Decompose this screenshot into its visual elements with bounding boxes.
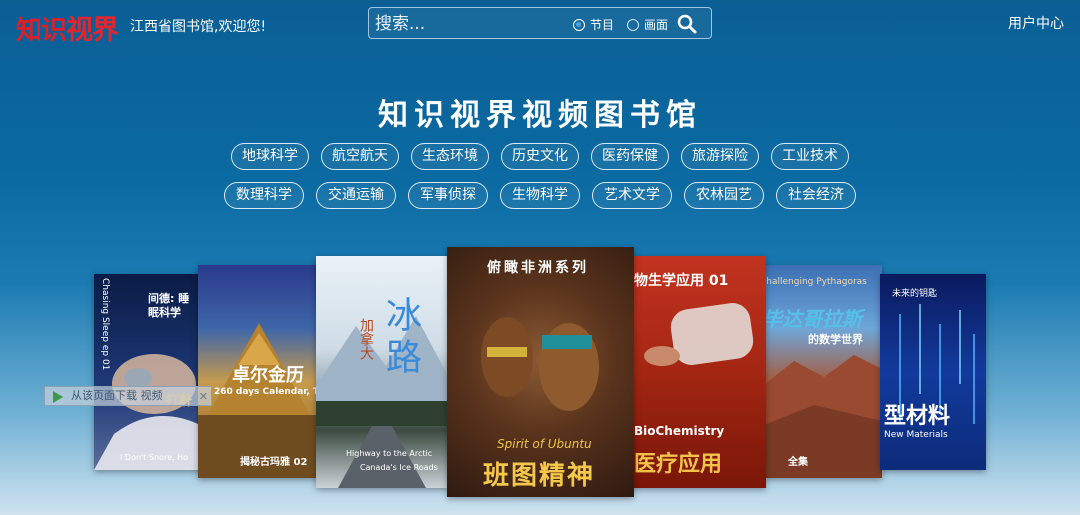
- poster-subtitle: Spirit of Ubuntu: [497, 437, 592, 451]
- poster-subtitle: 260 days Calendar, T: [214, 387, 320, 397]
- radio-program[interactable]: 节目: [573, 16, 614, 33]
- welcome-message: 江西省图书馆,欢迎您!: [130, 19, 267, 35]
- video-poster-pythagoras[interactable]: Challenging Pythagoras 毕达哥拉斯 的数学世界 全集: [764, 265, 882, 478]
- radio-program-label: 节目: [590, 18, 615, 32]
- category-industry[interactable]: 工业技术: [771, 143, 849, 170]
- category-travel[interactable]: 旅游探险: [681, 143, 759, 170]
- category-row-2: 数理科学 交通运输 军事侦探 生物科学 艺术文学 农林园艺 社会经济: [0, 182, 1080, 209]
- overlay-text: 从该页面下载 视频: [71, 389, 163, 402]
- radio-screen[interactable]: 画面: [627, 16, 668, 33]
- video-poster-ubuntu[interactable]: 俯瞰非洲系列 Spirit of Ubuntu 班图精神: [447, 247, 634, 497]
- circuit-image: [899, 304, 975, 424]
- poster-footer-2: Canada's Ice Roads: [360, 463, 438, 472]
- poster-subtitle: New Materials: [884, 430, 948, 440]
- logo-text-1: 知识: [16, 16, 67, 46]
- video-poster-sleep[interactable]: 间德: 睡眠科学 Chasing Sleep ep 01 I Don't Sno…: [94, 274, 204, 470]
- search-icon[interactable]: [677, 14, 697, 34]
- video-poster-ice-road[interactable]: 冰路 加拿大 Highway to the Arctic Canada's Ic…: [316, 256, 448, 488]
- poster-footer: 揭秘古玛雅 02: [240, 457, 308, 468]
- category-ecology[interactable]: 生态环境: [411, 143, 489, 170]
- category-arts[interactable]: 艺术文学: [592, 182, 672, 209]
- page-title: 知识视界视频图书馆: [378, 98, 702, 133]
- poster-title: 班图精神: [483, 461, 596, 491]
- sleeping-person-image: [94, 354, 198, 470]
- search-input[interactable]: [375, 12, 565, 36]
- user-center-link[interactable]: 用户中心: [1008, 13, 1064, 33]
- category-society[interactable]: 社会经济: [776, 182, 856, 209]
- video-poster-biochemistry[interactable]: 物生学应用 01 BioChemistry 医疗应用: [632, 256, 766, 488]
- category-aerospace[interactable]: 航空航天: [321, 143, 399, 170]
- category-biology[interactable]: 生物科学: [500, 182, 580, 209]
- play-icon: [53, 391, 63, 403]
- radio-selected-icon: [573, 18, 585, 31]
- poster-footer: I Don't Snore, Ho: [120, 453, 188, 462]
- logo-text-2: 视界: [66, 15, 119, 46]
- category-row-1: 地球科学 航空航天 生态环境 历史文化 医药保健 旅游探险 工业技术: [0, 143, 1080, 170]
- category-agriculture[interactable]: 农林园艺: [684, 182, 764, 209]
- video-poster-maya[interactable]: 卓尔金历 260 days Calendar, T 揭秘古玛雅 02: [198, 265, 320, 478]
- category-math-physics[interactable]: 数理科学: [224, 182, 304, 209]
- category-earth-science[interactable]: 地球科学: [231, 143, 309, 170]
- category-medicine[interactable]: 医药保健: [591, 143, 669, 170]
- search-bar: 节目 画面: [368, 7, 712, 39]
- poster-title: 型材料: [884, 404, 951, 429]
- category-military[interactable]: 军事侦探: [408, 182, 488, 209]
- category-history[interactable]: 历史文化: [501, 143, 579, 170]
- download-overlay[interactable]: 从该页面下载 视频 ✕: [44, 386, 212, 406]
- close-icon[interactable]: ✕: [199, 388, 208, 406]
- poster-title: 毕达哥拉斯: [764, 307, 862, 331]
- poster-title: 冰路: [380, 296, 421, 380]
- poster-footer: 全集: [788, 457, 808, 468]
- poster-side-text: 加拿大: [358, 318, 374, 360]
- poster-subtitle: BioChemistry: [634, 424, 725, 438]
- video-poster-new-materials[interactable]: 未来的钥匙 型材料 New Materials: [880, 274, 986, 470]
- radio-screen-label: 画面: [644, 18, 669, 32]
- canyon-image: [764, 355, 882, 478]
- category-transport[interactable]: 交通运输: [316, 182, 396, 209]
- site-logo[interactable]: 知识视界: [16, 8, 119, 47]
- radio-unselected-icon: [627, 18, 639, 31]
- poster-title: 医疗应用: [634, 452, 723, 477]
- poster-footer-1: Highway to the Arctic: [346, 449, 433, 458]
- poster-subtitle: 的数学世界: [808, 333, 863, 346]
- poster-title: 卓尔金历: [232, 365, 304, 386]
